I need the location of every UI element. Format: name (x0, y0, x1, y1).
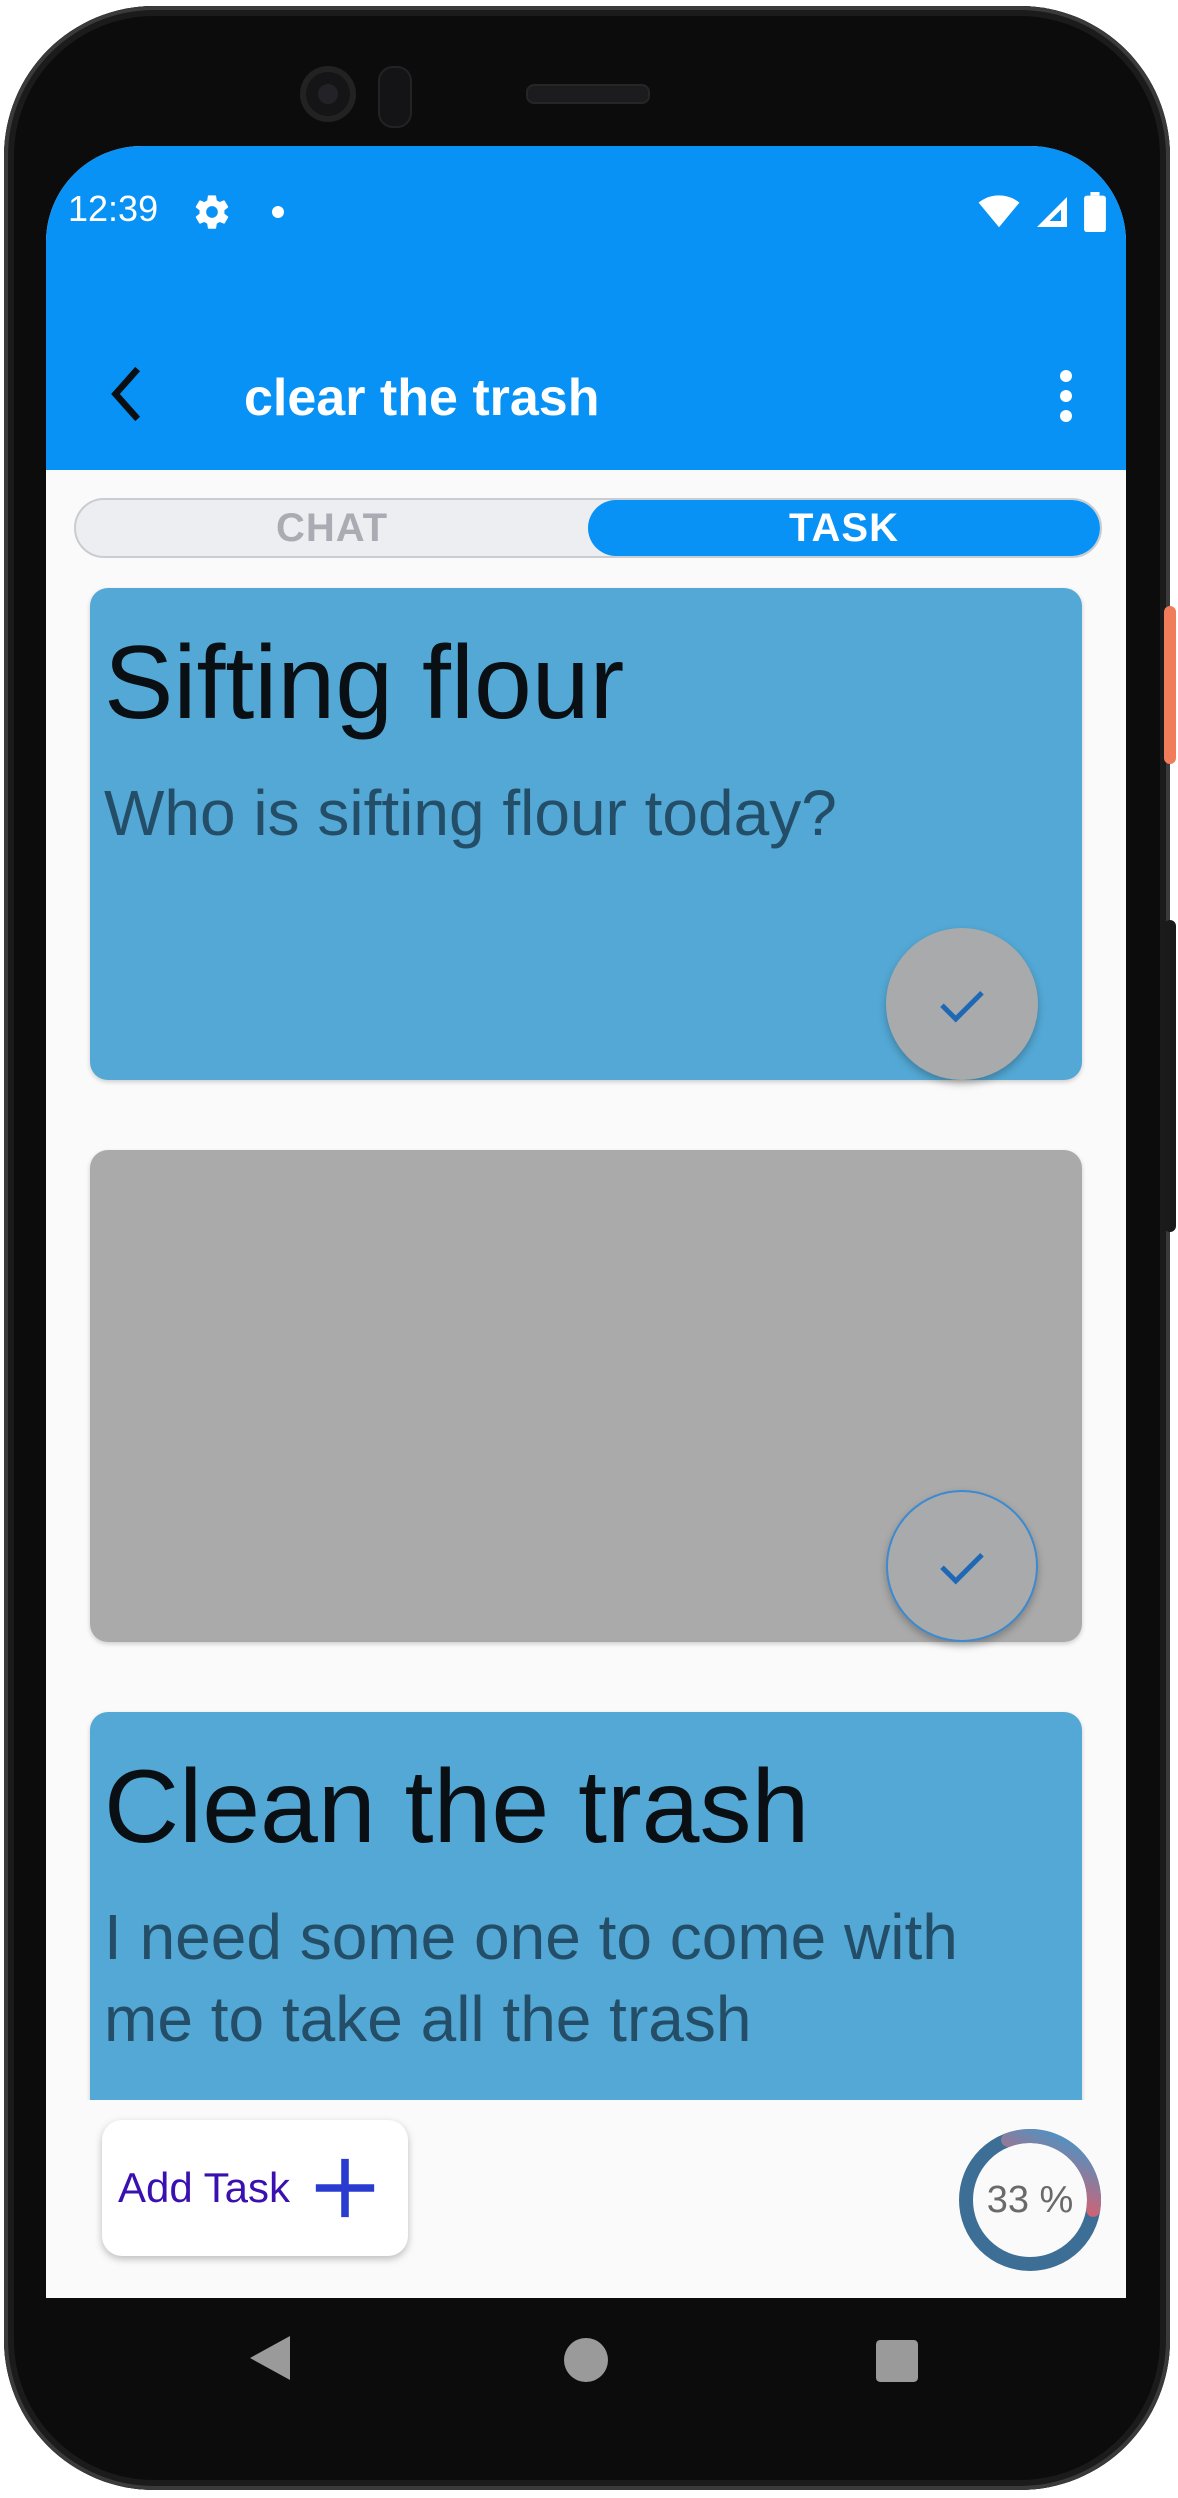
wifi-icon (978, 195, 1020, 228)
battery-icon (1084, 192, 1106, 232)
task-card[interactable] (90, 1150, 1082, 1642)
progress-percent: 33 % (986, 2178, 1074, 2221)
page-title: clear the trash (244, 369, 600, 427)
notification-dot-icon (272, 206, 284, 218)
power-button (1164, 606, 1176, 764)
status-icons (978, 192, 1106, 232)
tab-task[interactable]: TASK (588, 500, 1100, 556)
cell-signal-icon (1037, 197, 1067, 227)
task-card[interactable]: Sifting flour Who is sifting flour today… (90, 588, 1082, 1080)
task-title: Clean the trash (104, 1749, 810, 1865)
add-task-button[interactable]: Add Task (102, 2120, 408, 2256)
app-bar: 12:39 clear the trash (46, 146, 1126, 470)
back-arrow-icon[interactable] (98, 364, 158, 424)
nav-back-icon[interactable] (250, 2336, 290, 2380)
task-title: Sifting flour (104, 625, 625, 741)
front-camera (300, 66, 356, 122)
plus-icon (315, 2158, 375, 2218)
complete-task-button[interactable] (886, 928, 1038, 1080)
nav-home-icon[interactable] (564, 2338, 608, 2382)
task-description: Who is sifting flour today? (104, 777, 837, 849)
volume-button (1164, 920, 1176, 1232)
more-options-icon[interactable] (1046, 366, 1086, 426)
task-description: I need some one to come with me to take … (104, 1901, 958, 2055)
checkmark-icon (940, 990, 984, 1023)
proximity-sensor (378, 66, 412, 128)
tab-chat[interactable]: CHAT (76, 500, 588, 556)
tab-switcher: CHAT TASK (74, 498, 1102, 558)
screen: 12:39 clear the trash CHAT TASK Sifting … (46, 146, 1126, 2298)
complete-task-button[interactable] (886, 1490, 1038, 1642)
progress-ring: 33 % (954, 2124, 1106, 2276)
earpiece-speaker (526, 84, 650, 104)
checkmark-icon (940, 1552, 984, 1585)
settings-gear-icon (195, 195, 229, 229)
system-nav-bar (46, 2298, 1126, 2428)
status-time: 12:39 (68, 188, 159, 229)
nav-recents-icon[interactable] (876, 2340, 918, 2382)
task-card[interactable]: Clean the trash I need some one to come … (90, 1712, 1082, 2132)
add-task-label: Add Task (118, 2164, 290, 2211)
